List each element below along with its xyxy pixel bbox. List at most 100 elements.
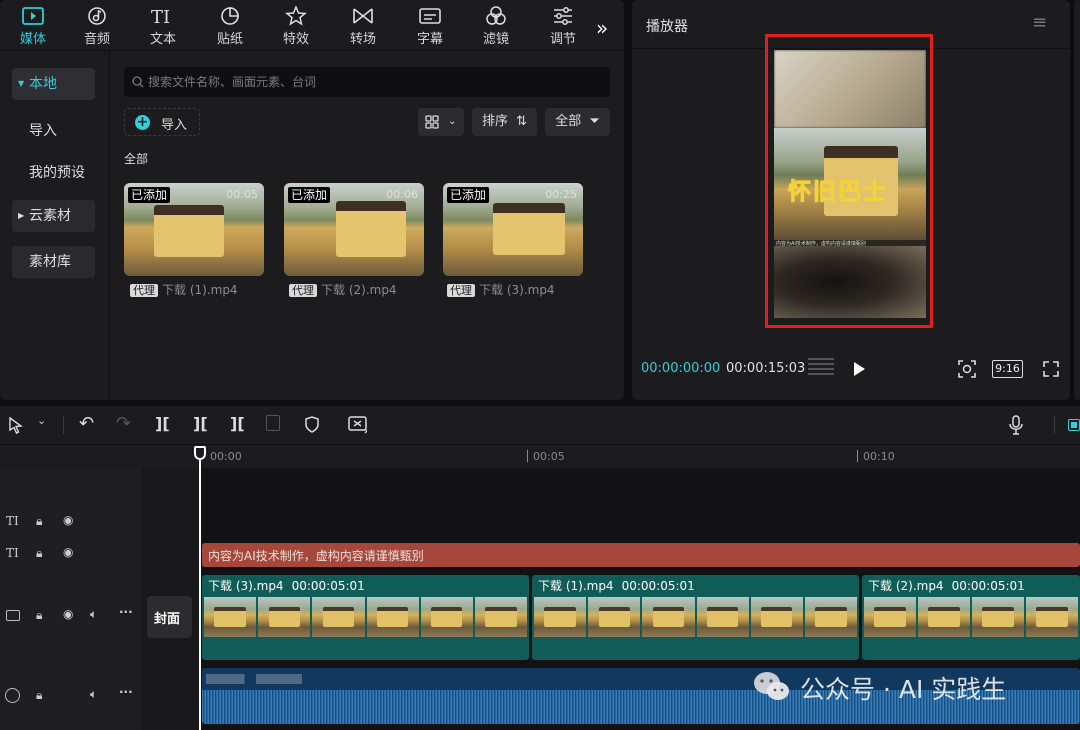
tab-media[interactable]: 媒体 [0, 4, 66, 48]
tab-label: 字幕 [416, 32, 443, 47]
tab-label: 滤镜 [482, 32, 509, 47]
lock-icon[interactable]: 🔒︎ [36, 608, 42, 623]
speaker-icon[interactable]: 🔈︎ [90, 687, 97, 702]
tab-transition[interactable]: 转场 [330, 4, 396, 48]
sidebar-item-label: 云素材 [29, 208, 71, 224]
wechat-icon [754, 672, 789, 700]
media-card[interactable]: 已添加 00:06 [284, 183, 424, 276]
view-mode-button[interactable]: ⌄ [418, 108, 464, 136]
playhead-handle[interactable] [194, 446, 206, 460]
smart-cut-icon[interactable] [348, 415, 370, 435]
sidebar-item-import[interactable]: 导入 [29, 120, 57, 140]
duration-label: 00:05 [226, 188, 258, 201]
import-button[interactable]: + 导入 [124, 108, 200, 136]
more-tabs-icon[interactable]: » [596, 16, 608, 40]
lock-icon[interactable]: 🔒︎ [36, 514, 42, 529]
toolbar-bottom-divider [0, 444, 1080, 445]
tab-label: 转场 [349, 32, 376, 47]
video-track-header: 🔒︎ ◉ 🔈︎ ··· [0, 574, 142, 660]
import-label: 导入 [161, 118, 188, 133]
more-options-icon[interactable]: ··· [119, 605, 133, 619]
select-cursor-icon[interactable] [8, 416, 24, 434]
plus-icon: + [135, 114, 150, 130]
tab-text[interactable]: TI 文本 [130, 4, 196, 48]
sidebar-item-local[interactable]: ▼ 本地 [12, 68, 95, 100]
video-clip[interactable]: 下载 (3).mp4 00:00:05:01 [202, 575, 529, 660]
text-track-icon: TI [6, 514, 19, 528]
eye-icon[interactable]: ◉ [63, 513, 73, 527]
split-right-icon[interactable]: ][ [230, 414, 245, 433]
tab-effects[interactable]: 特效 [263, 4, 329, 48]
playhead-line[interactable] [199, 460, 201, 730]
clip-name: 下载 (2).mp4 [868, 579, 944, 593]
tab-filter[interactable]: 滤镜 [463, 4, 529, 48]
duration-label: 00:06 [386, 188, 418, 201]
filter-button[interactable]: 全部 ⏷ [545, 108, 610, 136]
timeline-list-icon[interactable] [808, 358, 834, 378]
funnel-icon: ⏷ [589, 114, 600, 129]
tab-sticker[interactable]: 贴纸 [197, 4, 263, 48]
media-card[interactable]: 已添加 00:25 [443, 183, 583, 276]
media-icon [22, 7, 44, 25]
player-title: 播放器 [646, 19, 688, 35]
ruler-tick: 00:05 [533, 450, 565, 463]
sort-button[interactable]: 排序 ⇅ [472, 108, 537, 136]
sidebar-item-library[interactable]: 素材库 [12, 246, 95, 278]
section-label: 全部 [124, 152, 149, 166]
player-panel: 播放器 ≡ 怀旧巴士 内容为AI技术制作，虚构内容请谨慎甄别 00:00:00:… [632, 0, 1070, 400]
sidebar-item-presets[interactable]: 我的预设 [29, 162, 85, 182]
toggle-indicator[interactable] [1068, 419, 1080, 431]
caption-icon [419, 8, 441, 24]
speaker-icon[interactable]: 🔈︎ [90, 607, 97, 622]
sidebar-item-label: 本地 [29, 76, 57, 92]
ruler-tick-mark [527, 450, 528, 462]
sidebar-item-label: 素材库 [29, 254, 71, 270]
text-clip[interactable]: 内容为AI技术制作，虚构内容请谨慎甄别 [202, 543, 1080, 567]
panel-divider [0, 50, 624, 51]
tab-caption[interactable]: 字幕 [397, 4, 463, 48]
tab-label: 媒体 [19, 32, 46, 47]
lock-icon[interactable]: 🔒︎ [36, 688, 42, 703]
cover-button[interactable]: 封面 [147, 596, 192, 638]
sidebar-item-cloud[interactable]: ▶ 云素材 [12, 200, 95, 232]
effects-icon [285, 6, 307, 26]
menu-icon[interactable]: ≡ [1032, 12, 1047, 33]
text-track-header: TI 🔒︎ ◉ [0, 538, 142, 570]
fit-view-icon[interactable] [957, 359, 977, 379]
chevron-down-icon[interactable]: ⌄ [37, 414, 46, 427]
lock-icon[interactable]: 🔒︎ [36, 546, 42, 561]
tab-bar: 媒体 音频 TI 文本 贴纸 特效 转场 字幕 滤镜 调节 » [0, 0, 624, 50]
time-ruler: 00:00 00:05 00:10 [200, 446, 1080, 468]
search-input[interactable] [148, 67, 598, 97]
aspect-ratio-button[interactable]: 9:16 [992, 360, 1023, 378]
eye-icon[interactable]: ◉ [63, 607, 73, 621]
split-icon[interactable]: ][ [155, 414, 170, 433]
text-icon: TI [151, 7, 170, 26]
more-options-icon[interactable]: ··· [119, 685, 133, 699]
shield-icon[interactable] [304, 416, 320, 434]
ruler-tick-mark [857, 450, 858, 462]
tab-adjust[interactable]: 调节 [530, 4, 596, 48]
fullscreen-icon[interactable] [1042, 360, 1060, 378]
eye-icon[interactable]: ◉ [63, 545, 73, 559]
video-clip[interactable]: 下载 (2).mp4 00:00:05:01 [862, 575, 1080, 660]
clip-label: 下载 (1).mp4 00:00:05:01 [538, 577, 695, 594]
video-clip[interactable]: 下载 (1).mp4 00:00:05:01 [532, 575, 859, 660]
split-left-icon[interactable]: ][ [193, 414, 208, 433]
media-caption: 代理 下载 (3).mp4 [447, 281, 555, 298]
tab-label: 贴纸 [216, 32, 243, 47]
right-panel-edge [1074, 0, 1080, 400]
media-card[interactable]: 已添加 00:05 [124, 183, 264, 276]
tab-audio[interactable]: 音频 [64, 4, 130, 48]
microphone-icon[interactable] [1008, 415, 1024, 435]
bus-shape [154, 205, 224, 257]
undo-icon[interactable]: ↶ [79, 413, 94, 434]
proxy-badge: 代理 [447, 284, 475, 297]
tab-label: 调节 [549, 32, 576, 47]
play-icon[interactable] [854, 362, 865, 376]
proxy-badge: 代理 [289, 284, 317, 297]
clip-frames [864, 597, 1078, 637]
proxy-badge: 代理 [130, 284, 158, 297]
bus-shape [493, 203, 565, 255]
search-box[interactable] [124, 67, 610, 97]
